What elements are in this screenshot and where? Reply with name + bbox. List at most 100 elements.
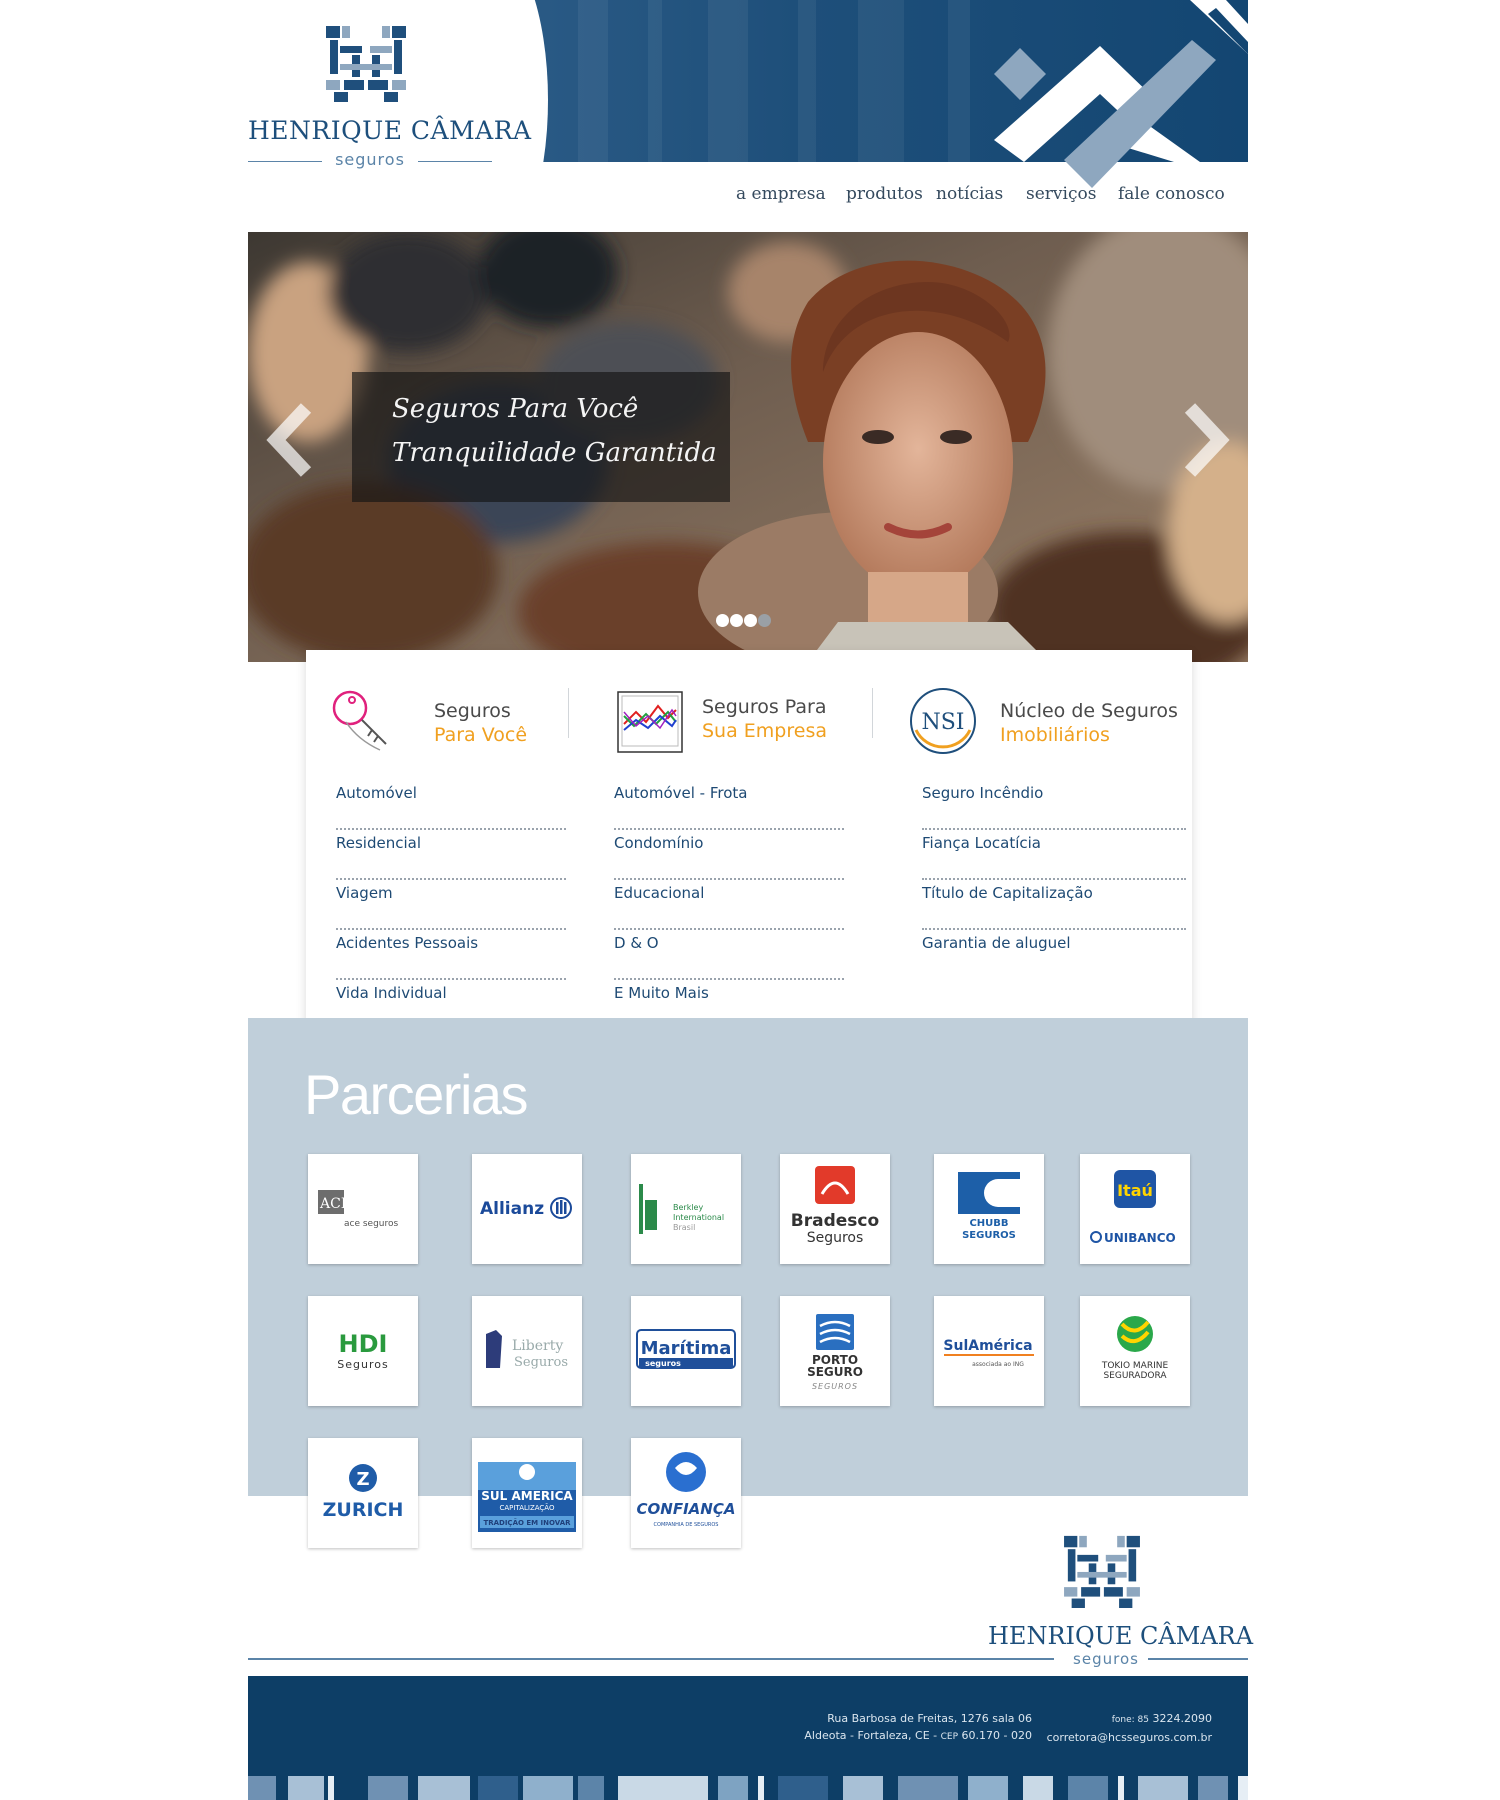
services-col-title1: Núcleo de Seguros <box>1000 700 1178 722</box>
service-link-garantia-aluguel[interactable]: Garantia de aluguel <box>922 934 1071 952</box>
partner-logo-hdi[interactable]: HDI Seguros <box>308 1296 418 1406</box>
svg-text:Liberty: Liberty <box>512 1338 563 1354</box>
hero-caption-box: Seguros Para Você Tranquilidade Garantid… <box>352 372 730 502</box>
services-col-pessoa: Seguros Para Você Automóvel Residencial … <box>328 650 588 1034</box>
slider-dot[interactable] <box>716 614 729 627</box>
footer-logo[interactable]: HENRIQUE CÂMARA seguros <box>988 1530 1254 1672</box>
hdi-logo-icon: HDI Seguros <box>337 1330 388 1371</box>
site-logo[interactable]: HENRIQUE CÂMARA seguros <box>248 20 531 180</box>
svg-text:Seguros: Seguros <box>337 1358 388 1371</box>
column-divider <box>568 688 569 738</box>
partners-title: Parcerias <box>304 1063 529 1126</box>
service-link-e-muito-mais[interactable]: E Muito Mais <box>614 984 709 1002</box>
services-col-header[interactable]: Seguros Para Você <box>328 686 608 766</box>
svg-text:International: International <box>673 1213 724 1222</box>
footer-email[interactable]: corretora@hcsseguros.com.br <box>1047 1729 1212 1746</box>
footer-divider-left <box>248 1658 1054 1660</box>
partner-logo-sulamerica-capitalizacao[interactable]: SUL AMERICA CAPITALIZAÇÃO TRADIÇÃO EM IN… <box>472 1438 582 1548</box>
list-item: Título de Capitalização <box>922 880 1186 930</box>
logo-sub: seguros <box>335 150 405 169</box>
partner-logo-maritima[interactable]: Marítima seguros <box>631 1296 741 1406</box>
svg-text:Seguros: Seguros <box>807 1230 864 1246</box>
column-divider <box>872 688 873 738</box>
svg-text:TOKIO MARINE: TOKIO MARINE <box>1101 1361 1169 1371</box>
services-panel: Seguros Para Você Automóvel Residencial … <box>306 650 1192 1034</box>
partner-logo-sulamerica[interactable]: SulAmérica associada ao ING <box>934 1296 1044 1406</box>
svg-text:SulAmérica: SulAmérica <box>943 1338 1032 1354</box>
partner-logo-itau-unibanco[interactable]: Itaú UNIBANCO <box>1080 1154 1190 1264</box>
list-item: Garantia de aluguel <box>922 930 1186 980</box>
partner-logo-allianz[interactable]: Allianz <box>472 1154 582 1264</box>
footer-phone-label: fone: 85 <box>1111 1715 1150 1725</box>
slider-dot[interactable] <box>744 614 757 627</box>
partner-logo-ace[interactable]: ACE ace seguros <box>308 1154 418 1264</box>
service-link-condominio[interactable]: Condomínio <box>614 834 704 852</box>
services-col-title1: Seguros Para <box>702 696 827 718</box>
slider-dot[interactable] <box>730 614 743 627</box>
logo-rule-left <box>248 161 322 162</box>
svg-text:SEGUROS: SEGUROS <box>812 1382 858 1391</box>
bradesco-logo-icon: Bradesco Seguros <box>791 1166 879 1246</box>
page: HENRIQUE CÂMARA seguros a empresa produt… <box>0 0 1500 1800</box>
logo-rule-right <box>418 161 492 162</box>
zurich-logo-icon: Z ZURICH <box>323 1464 403 1521</box>
service-link-automovel-frota[interactable]: Automóvel - Frota <box>614 784 747 802</box>
nav-a-empresa[interactable]: a empresa <box>736 184 826 204</box>
service-link-acidentes-pessoais[interactable]: Acidentes Pessoais <box>336 934 478 952</box>
service-link-educacional[interactable]: Educacional <box>614 884 704 902</box>
svg-text:HDI: HDI <box>339 1330 388 1358</box>
slider-next-arrow-icon[interactable] <box>1174 400 1234 480</box>
service-link-d-o[interactable]: D & O <box>614 934 659 952</box>
service-link-vida-individual[interactable]: Vida Individual <box>336 984 447 1002</box>
svg-text:seguros: seguros <box>645 1359 681 1368</box>
footer-address-line2: Aldeota - Fortaleza, CE - CEP 60.170 - 0… <box>804 1727 1032 1746</box>
partner-logo-berkley[interactable]: Berkley International Brasil <box>631 1154 741 1264</box>
footer-address-city: Aldeota - Fortaleza, CE - <box>804 1729 941 1742</box>
partner-logo-chubb[interactable]: CHUBB SEGUROS <box>934 1154 1044 1264</box>
porto-seguro-logo-icon: PORTO SEGURO SEGUROS <box>807 1314 863 1391</box>
partner-logo-zurich[interactable]: Z ZURICH <box>308 1438 418 1548</box>
hero-caption-line2: Tranquilidade Garantida <box>392 438 717 468</box>
partner-logo-porto-seguro[interactable]: PORTO SEGURO SEGUROS <box>780 1296 890 1406</box>
list-item: Automóvel - Frota <box>614 780 844 830</box>
footer-phone: fone: 85 3224.2090 <box>1047 1710 1212 1729</box>
list-item: Acidentes Pessoais <box>336 930 566 980</box>
services-col-title1: Seguros <box>434 700 511 722</box>
services-col-header[interactable]: NSI Núcleo de Seguros Imobiliários <box>908 686 1188 766</box>
svg-text:Bradesco: Bradesco <box>791 1211 879 1231</box>
svg-text:Z: Z <box>356 1469 369 1490</box>
service-link-viagem[interactable]: Viagem <box>336 884 393 902</box>
footer-address: Rua Barbosa de Freitas, 1276 sala 06 Ald… <box>804 1710 1032 1746</box>
footer-squares-decoration <box>248 1776 1248 1800</box>
chart-icon <box>617 691 683 753</box>
nav-fale-conosco[interactable]: fale conosco <box>1118 184 1225 204</box>
partner-logo-bradesco[interactable]: Bradesco Seguros <box>780 1154 890 1264</box>
maritima-logo-icon: Marítima seguros <box>636 1329 736 1369</box>
brand-checkmark-graphic <box>994 0 1248 188</box>
nav-servicos[interactable]: serviços <box>1026 184 1096 204</box>
nav-noticias[interactable]: notícias <box>936 184 1003 204</box>
footer-address-cep-label: CEP <box>940 1732 959 1742</box>
services-col-empresa: Seguros Para Sua Empresa Automóvel - Fro… <box>614 650 876 1034</box>
partner-logo-confianca[interactable]: CONFIANÇA COMPANHIA DE SEGUROS <box>631 1438 741 1548</box>
confianca-logo-icon: CONFIANÇA COMPANHIA DE SEGUROS <box>637 1452 735 1528</box>
hc-monogram-icon <box>1064 1535 1140 1608</box>
service-link-automovel[interactable]: Automóvel <box>336 784 417 802</box>
nav-produtos[interactable]: produtos <box>846 184 923 204</box>
list-item: Automóvel <box>336 780 566 830</box>
svg-text:SUL AMERICA: SUL AMERICA <box>481 1489 573 1503</box>
partner-logo-liberty[interactable]: Liberty Seguros <box>472 1296 582 1406</box>
partner-logo-tokio-marine[interactable]: TOKIO MARINE SEGURADORA <box>1080 1296 1190 1406</box>
service-link-seguro-incendio[interactable]: Seguro Incêndio <box>922 784 1043 802</box>
list-item: Condomínio <box>614 830 844 880</box>
footer-logo-name: HENRIQUE CÂMARA <box>988 1622 1254 1650</box>
slider-dot[interactable] <box>758 614 771 627</box>
svg-text:ACE: ACE <box>319 1196 351 1212</box>
svg-text:ace seguros: ace seguros <box>344 1219 399 1229</box>
service-link-residencial[interactable]: Residencial <box>336 834 421 852</box>
service-link-titulo-capitalizacao[interactable]: Título de Capitalização <box>922 884 1093 902</box>
footer-phone-number: 3224.2090 <box>1149 1712 1213 1725</box>
service-link-fianca-locaticia[interactable]: Fiança Locatícia <box>922 834 1041 852</box>
slider-prev-arrow-icon[interactable] <box>262 400 322 480</box>
services-col-header[interactable]: Seguros Para Sua Empresa <box>616 686 896 766</box>
